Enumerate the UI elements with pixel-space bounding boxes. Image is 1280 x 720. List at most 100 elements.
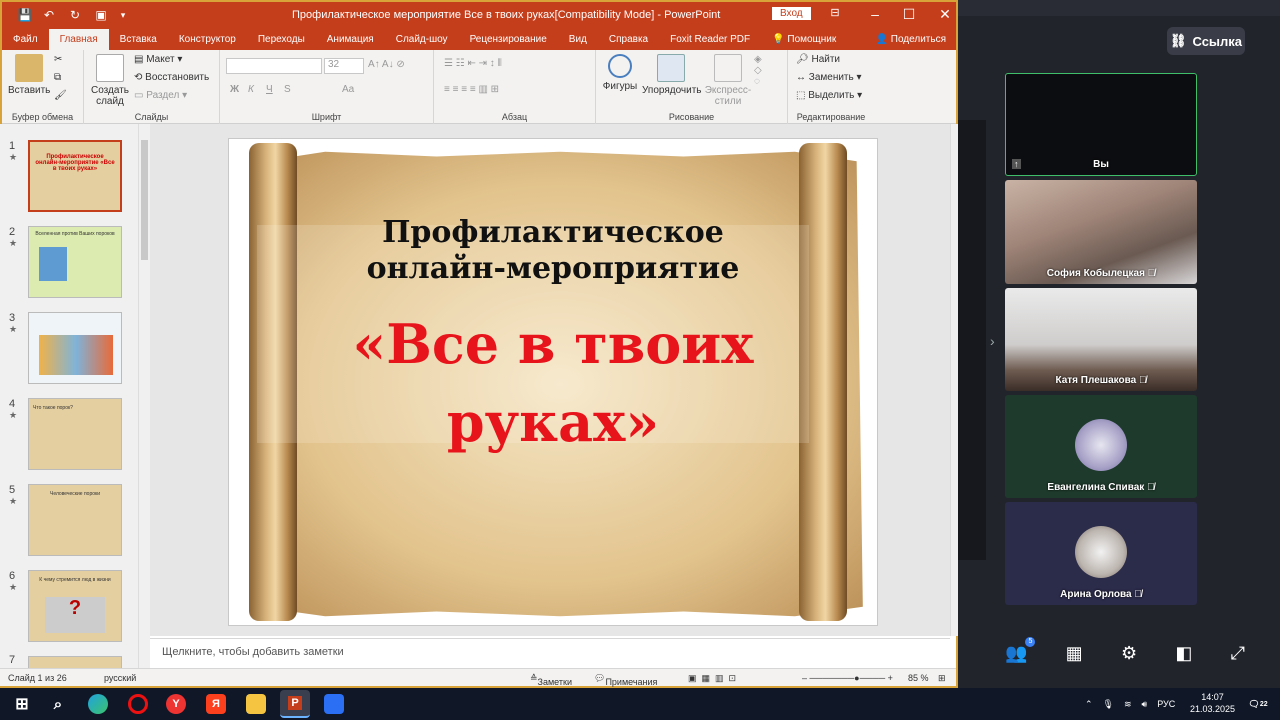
group-label: Рисование bbox=[668, 112, 715, 122]
search-icon[interactable]: ⌕ bbox=[48, 694, 68, 714]
layout-button[interactable]: ▤ Макет ▾ bbox=[134, 54, 182, 65]
arrange-button[interactable]: Упорядочить bbox=[642, 54, 702, 96]
copy-icon[interactable]: ⧉ bbox=[54, 72, 61, 83]
slide-thumbnail-3[interactable] bbox=[28, 312, 122, 384]
opera-icon[interactable] bbox=[128, 694, 148, 714]
volume-icon[interactable]: 🔊︎ bbox=[1142, 699, 1148, 710]
tab-help[interactable]: Справка bbox=[598, 34, 659, 50]
close-icon[interactable]: ✕ bbox=[930, 6, 960, 23]
minimize-icon[interactable]: – bbox=[860, 6, 890, 22]
current-slide[interactable]: Профилактическое онлайн-мероприятие «Все… bbox=[228, 138, 878, 626]
ribbon-display-icon[interactable]: ⊟ bbox=[820, 6, 850, 19]
maximize-icon[interactable]: ☐ bbox=[894, 6, 924, 23]
slide-title[interactable]: «Все в твоих руках» bbox=[229, 305, 877, 461]
powerpoint-icon[interactable]: P bbox=[280, 690, 310, 718]
font-size-field[interactable]: 32 bbox=[324, 58, 364, 74]
section-button[interactable]: ▭ Раздел ▾ bbox=[134, 90, 187, 101]
replace-button[interactable]: ↔ Заменить ▾ bbox=[796, 72, 862, 83]
sign-in-button[interactable]: Вход bbox=[772, 7, 811, 20]
notes-toggle[interactable]: ≙ Заметки bbox=[530, 673, 572, 687]
slide-subtitle[interactable]: Профилактическое онлайн-мероприятие bbox=[229, 215, 877, 287]
shapes-button[interactable]: Фигуры bbox=[600, 54, 640, 92]
new-slide-button[interactable]: Создать слайд bbox=[90, 54, 130, 107]
underline-button[interactable]: Ч bbox=[266, 84, 273, 95]
network-icon[interactable]: ≋ bbox=[1124, 699, 1132, 710]
slide-thumbnail-7[interactable] bbox=[28, 656, 122, 668]
cut-icon[interactable]: ✂ bbox=[54, 54, 62, 65]
notification-icon[interactable]: 🗨︎ 22 bbox=[1248, 694, 1268, 714]
participant-tile[interactable]: Арина Орлова 🎙̸ bbox=[1005, 502, 1197, 605]
participant-tile-self[interactable]: ↑ Вы bbox=[1005, 73, 1197, 176]
language-indicator[interactable]: русский bbox=[104, 673, 136, 683]
edge-icon[interactable] bbox=[88, 694, 108, 714]
undo-icon[interactable]: ↶ bbox=[38, 6, 60, 24]
find-button[interactable]: 🔎︎ Найти bbox=[796, 54, 840, 65]
tab-slideshow[interactable]: Слайд-шоу bbox=[385, 34, 459, 50]
slide-scrollbar[interactable] bbox=[950, 124, 958, 636]
yandex-icon[interactable]: Я bbox=[206, 694, 226, 714]
change-case-button[interactable]: Aa bbox=[342, 84, 354, 95]
zoom-level[interactable]: 85 % bbox=[908, 673, 929, 683]
chevron-up-icon[interactable]: ⌃ bbox=[1085, 699, 1093, 710]
shape-fill-icon[interactable]: ◈ ◇ ◌ bbox=[754, 54, 762, 87]
participants-icon[interactable]: 👥 5 bbox=[1005, 636, 1036, 664]
font-name-field[interactable] bbox=[226, 58, 322, 74]
grid-view-icon[interactable]: ▦ bbox=[1066, 643, 1083, 664]
participant-tile[interactable]: Катя Плешакова 🎙̸ bbox=[1005, 288, 1197, 391]
tab-design[interactable]: Конструктор bbox=[168, 34, 247, 50]
tab-insert[interactable]: Вставка bbox=[109, 34, 168, 50]
clock[interactable]: 14:07 21.03.2025 bbox=[1190, 691, 1235, 715]
video-meeting-app-icon[interactable] bbox=[324, 694, 344, 714]
slideshow-start-icon[interactable]: ▣ bbox=[90, 6, 112, 24]
yandex-browser-icon[interactable]: Y bbox=[166, 694, 186, 714]
notes-pane[interactable]: Щелкните, чтобы добавить заметки bbox=[150, 638, 950, 668]
tab-review[interactable]: Рецензирование bbox=[459, 34, 558, 50]
windows-start-icon[interactable]: ⊞ bbox=[12, 694, 32, 714]
fullscreen-icon[interactable]: ⤢ bbox=[1231, 643, 1245, 664]
tab-animations[interactable]: Анимация bbox=[316, 34, 385, 50]
comments-toggle[interactable]: 💬︎ Примечания bbox=[594, 673, 657, 687]
help-search[interactable]: 💡 Помощник bbox=[761, 34, 847, 50]
save-icon[interactable]: 💾 bbox=[14, 6, 36, 24]
chevron-right-icon[interactable]: › bbox=[990, 333, 995, 349]
select-button[interactable]: ⬚ Выделить ▾ bbox=[796, 90, 862, 101]
language-indicator[interactable]: РУС bbox=[1157, 699, 1175, 709]
file-explorer-icon[interactable] bbox=[246, 694, 266, 714]
bullets-icon[interactable]: ☰ ☷ ⇤ ⇥ ↕ ⫴ bbox=[444, 58, 502, 69]
quick-styles-button[interactable]: Экспресс-стили bbox=[702, 54, 754, 107]
copy-link-button[interactable]: ⛓ Ссылка bbox=[1167, 27, 1245, 55]
strikethrough-button[interactable]: S bbox=[284, 84, 291, 95]
animation-star-icon: ★ bbox=[9, 410, 18, 420]
view-buttons[interactable]: ▣ ▦ ▥ ⊡ bbox=[688, 673, 736, 684]
format-painter-icon[interactable]: 🖌 bbox=[54, 90, 67, 101]
align-icons[interactable]: ≡ ≡ ≡ ≡ ▥ ⊞ bbox=[444, 84, 499, 95]
zoom-slider[interactable]: – ───────●──── + bbox=[802, 673, 893, 683]
participant-tile[interactable]: София Кобылецкая 🎙̸ bbox=[1005, 180, 1197, 284]
font-grow-icon[interactable]: A↑ A↓ ⊘ bbox=[368, 59, 405, 70]
tab-foxit[interactable]: Foxit Reader PDF bbox=[659, 34, 761, 50]
redo-icon[interactable]: ↻ bbox=[64, 6, 86, 24]
thumb-image bbox=[39, 335, 113, 375]
tab-view[interactable]: Вид bbox=[558, 34, 598, 50]
slide-thumbnail-2[interactable]: Вселенная против Ваших пороков bbox=[28, 226, 122, 298]
participant-tile[interactable]: Евангелина Спивак 🎙̸ bbox=[1005, 395, 1197, 498]
scrollbar-thumb[interactable] bbox=[141, 140, 148, 260]
tab-home[interactable]: Главная bbox=[48, 29, 109, 50]
fit-slide-icon[interactable]: ⊞ bbox=[938, 673, 946, 684]
microphone-icon[interactable]: 🎙︎ bbox=[1103, 699, 1114, 710]
slide-thumbnail-1[interactable]: Профилактическое онлайн-мероприятие «Все… bbox=[28, 140, 122, 212]
slide-thumbnail-4[interactable]: Что такое порок? bbox=[28, 398, 122, 470]
tab-file[interactable]: Файл bbox=[2, 34, 49, 50]
paste-button[interactable]: Вставить bbox=[8, 54, 50, 96]
gear-icon[interactable]: ⚙ bbox=[1121, 643, 1137, 664]
slide-thumbnail-5[interactable]: Человеческие пороки bbox=[28, 484, 122, 556]
slide-thumbnail-6[interactable]: К чему стремится люд в жизни ? bbox=[28, 570, 122, 642]
thumbnail-scrollbar[interactable] bbox=[138, 124, 150, 668]
quick-access-dropdown-icon[interactable]: ▾ bbox=[112, 6, 134, 24]
reset-button[interactable]: ⟲ Восстановить bbox=[134, 72, 209, 83]
tab-transitions[interactable]: Переходы bbox=[247, 34, 316, 50]
share-button[interactable]: 👤 Поделиться bbox=[876, 34, 946, 45]
bold-button[interactable]: Ж bbox=[230, 84, 239, 95]
italic-button[interactable]: К bbox=[248, 84, 254, 95]
layout-icon[interactable]: ◧ bbox=[1175, 643, 1192, 664]
